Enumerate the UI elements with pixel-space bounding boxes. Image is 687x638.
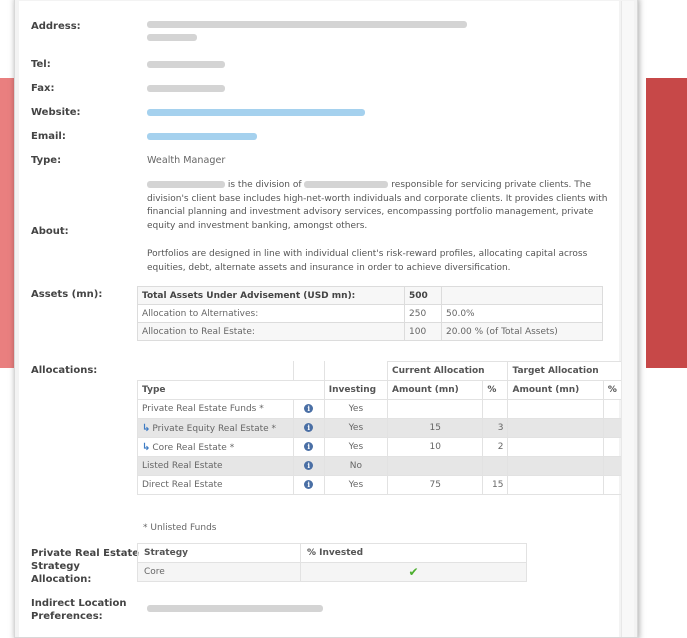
alloc-type-cell: Private Real Estate Funds * — [137, 399, 294, 419]
col-type: Type — [137, 380, 325, 400]
allocations-table: Current Allocation Target Allocation Typ… — [137, 361, 626, 495]
type-value: Wealth Manager — [147, 155, 226, 166]
col-amount-current: Amount (mn) — [386, 380, 484, 400]
assets-alt-value: 250 — [404, 304, 442, 323]
alloc-investing-cell: Yes — [323, 475, 389, 495]
assets-total-value: 500 — [404, 286, 442, 305]
strategy-header-row: Strategy % Invested — [137, 543, 527, 563]
assets-row-real-estate: Allocation to Real Estate: 100 20.00 % (… — [137, 322, 603, 341]
allocations-label: Allocations: — [31, 365, 98, 376]
address-label: Address: — [31, 21, 81, 32]
assets-table: Total Assets Under Advisement (USD mn): … — [137, 286, 603, 341]
indirect-label: Indirect Location Preferences: — [31, 598, 127, 622]
strategy-label: Private Real Estate Strategy Allocation: — [31, 548, 140, 585]
profile-page: Address: Tel: Fax: Website: Email: Type:… — [14, 0, 638, 638]
table-row: Direct Real Estate i Yes 75 15 — [137, 475, 626, 495]
alloc-type-cell: Listed Real Estate — [137, 456, 294, 476]
invested-cell: ✔ — [300, 562, 527, 582]
unlisted-footnote: * Unlisted Funds — [143, 523, 217, 533]
alloc-investing-cell: Yes — [323, 399, 389, 419]
about-paragraph-2: Portfolios are designed in line with ind… — [147, 249, 588, 273]
alloc-pct-cell: 15 — [482, 475, 509, 495]
alloc-amount-cell: 75 — [386, 475, 484, 495]
fax-label: Fax: — [31, 83, 55, 94]
strategy-header: Strategy — [137, 543, 301, 563]
assets-re-label: Allocation to Real Estate: — [137, 322, 405, 341]
assets-alt-extra: 50.0% — [441, 304, 603, 323]
strategy-cell: Core — [137, 562, 301, 582]
col-pct-current: % — [482, 380, 509, 400]
table-row: Core ✔ — [137, 562, 527, 582]
target-allocation-header: Target Allocation — [507, 361, 625, 381]
alloc-pct-cell: 2 — [482, 437, 509, 457]
allocations-group-header: Current Allocation Target Allocation — [137, 361, 625, 381]
child-arrow-icon: ↳ — [142, 422, 151, 434]
alloc-pct-cell — [482, 456, 509, 476]
info-icon[interactable]: i — [292, 456, 325, 476]
assets-row-alternatives: Allocation to Alternatives: 250 50.0% — [137, 304, 603, 323]
alloc-amount-cell: 15 — [386, 418, 484, 438]
about-label: About: — [31, 226, 69, 237]
alloc-investing-cell: Yes — [323, 437, 389, 457]
info-icon[interactable]: i — [292, 399, 325, 419]
alloc-type-cell: ↳ Core Real Estate * — [137, 437, 294, 457]
table-row: ↳ Core Real Estate * i Yes 10 2 — [137, 437, 626, 457]
alloc-target-amount-cell — [507, 456, 604, 476]
checkmark-icon: ✔ — [408, 565, 419, 579]
alloc-target-amount-cell — [507, 437, 604, 457]
tel-label: Tel: — [31, 59, 51, 70]
alloc-amount-cell — [386, 399, 484, 419]
email-label: Email: — [31, 131, 66, 142]
table-row: Listed Real Estate i No — [137, 456, 626, 476]
info-icon[interactable]: i — [292, 437, 325, 457]
profile-content: Address: Tel: Fax: Website: Email: Type:… — [19, 1, 626, 637]
alloc-pct-cell — [482, 399, 509, 419]
alloc-amount-cell: 10 — [386, 437, 484, 457]
alloc-target-amount-cell — [507, 418, 604, 438]
col-amount-target: Amount (mn) — [507, 380, 604, 400]
alloc-type-text: Private Equity Real Estate * — [152, 423, 277, 434]
alloc-type-text: Core Real Estate * — [152, 442, 235, 453]
about-paragraph-1: is the division of responsible for servi… — [147, 179, 613, 233]
alloc-target-amount-cell — [507, 399, 604, 419]
allocations-column-header: Type Investing Amount (mn) % Amount (mn)… — [137, 380, 626, 400]
assets-row-total: Total Assets Under Advisement (USD mn): … — [137, 286, 603, 305]
address-value-redacted — [147, 19, 467, 42]
scrollbar-track[interactable] — [621, 1, 634, 637]
about-text-a: is the division of — [227, 180, 302, 190]
indirect-value-redacted — [147, 603, 323, 614]
alloc-target-amount-cell — [507, 475, 604, 495]
alloc-amount-cell — [386, 456, 484, 476]
alloc-pct-cell: 3 — [482, 418, 509, 438]
type-label: Type: — [31, 155, 62, 166]
website-label: Website: — [31, 107, 81, 118]
assets-re-extra: 20.00 % (of Total Assets) — [441, 322, 603, 341]
email-link[interactable] — [147, 131, 257, 142]
alloc-investing-cell: No — [323, 456, 389, 476]
table-row: ↳ Private Equity Real Estate * i Yes 15 3 — [137, 418, 626, 438]
invested-header: % Invested — [300, 543, 527, 563]
table-row: Private Real Estate Funds * i Yes — [137, 399, 626, 419]
assets-re-value: 100 — [404, 322, 442, 341]
strategy-table: Strategy % Invested Core ✔ — [137, 543, 527, 582]
tel-value-redacted — [147, 59, 225, 70]
alloc-type-cell: Direct Real Estate — [137, 475, 294, 495]
assets-label: Assets (mn): — [31, 289, 103, 300]
alloc-investing-cell: Yes — [323, 418, 389, 438]
fax-value-redacted — [147, 83, 225, 94]
background-red-band-right — [646, 78, 687, 368]
assets-total-label: Total Assets Under Advisement (USD mn): — [137, 286, 405, 305]
website-link[interactable] — [147, 107, 365, 118]
assets-total-extra — [441, 286, 603, 305]
child-arrow-icon: ↳ — [142, 441, 151, 453]
info-icon[interactable]: i — [292, 475, 325, 495]
alloc-type-cell: ↳ Private Equity Real Estate * — [137, 418, 294, 438]
info-icon[interactable]: i — [292, 418, 325, 438]
assets-alt-label: Allocation to Alternatives: — [137, 304, 405, 323]
col-investing: Investing — [323, 380, 389, 400]
current-allocation-header: Current Allocation — [386, 361, 509, 381]
